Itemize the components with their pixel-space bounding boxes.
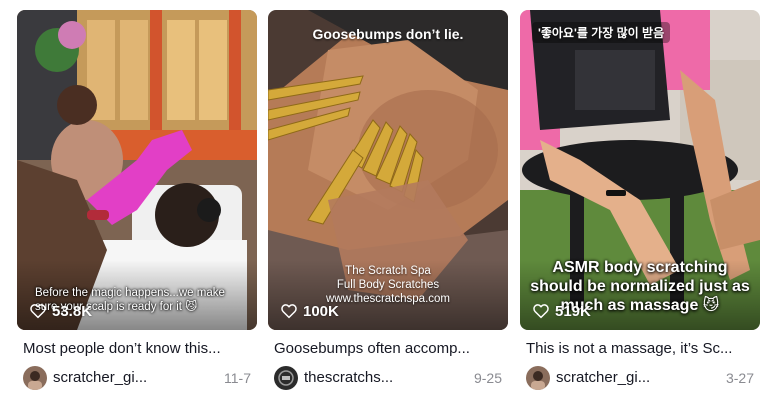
most-liked-badge: '좋아요'를 가장 많이 받음 xyxy=(532,22,671,43)
overlay-watermark: The Scratch Spa Full Body Scratches www.… xyxy=(268,264,508,306)
play-count-heart-icon xyxy=(281,304,297,319)
play-count-heart-icon xyxy=(533,304,549,319)
video-meta: scratcher_gi... 3-27 xyxy=(526,366,754,390)
post-date: 3-27 xyxy=(725,370,754,386)
author-name[interactable]: scratcher_gi... xyxy=(556,369,686,387)
video-card[interactable]: Goosebumps don’t lie. The Scratch Spa Fu… xyxy=(268,10,508,400)
video-thumbnail[interactable]: Goosebumps don’t lie. The Scratch Spa Fu… xyxy=(268,10,508,330)
avatar-image xyxy=(274,366,298,390)
caption-line: should be normalized just as xyxy=(530,278,750,295)
video-title[interactable]: Most people don’t know this... xyxy=(23,339,253,359)
author-name[interactable]: thescratchs... xyxy=(304,369,434,387)
post-date: 9-25 xyxy=(473,370,502,386)
video-title[interactable]: This is not a massage, it’s Sc... xyxy=(526,339,756,359)
author-avatar[interactable] xyxy=(274,366,298,390)
avatar-image xyxy=(526,366,550,390)
watermark-line: Full Body Scratches xyxy=(336,279,440,291)
view-count-value: 100K xyxy=(303,302,339,320)
view-count-value: 519K xyxy=(555,302,591,320)
overlay-headline: Goosebumps don’t lie. xyxy=(312,26,464,42)
post-date: 11-7 xyxy=(224,370,251,386)
view-count: 53.8K xyxy=(29,302,92,320)
video-meta: thescratchs... 9-25 xyxy=(274,366,502,390)
video-meta: scratcher_gi... 11-7 xyxy=(23,366,251,390)
video-thumbnail[interactable]: '좋아요'를 가장 많이 받음 ASMR body scratching sho… xyxy=(520,10,760,330)
play-count-heart-icon xyxy=(30,304,46,319)
author-avatar[interactable] xyxy=(23,366,47,390)
video-card[interactable]: Before the magic happens...we make sure … xyxy=(17,10,257,400)
caption-line: ASMR body scratching xyxy=(552,259,728,276)
video-card[interactable]: '좋아요'를 가장 많이 받음 ASMR body scratching sho… xyxy=(520,10,760,400)
author-avatar[interactable] xyxy=(526,366,550,390)
watermark-line: The Scratch Spa xyxy=(345,265,431,277)
video-title[interactable]: Goosebumps often accomp... xyxy=(274,339,504,359)
avatar-image xyxy=(23,366,47,390)
view-count: 100K xyxy=(280,302,339,320)
video-grid: Before the magic happens...we make sure … xyxy=(17,10,760,400)
view-count-value: 53.8K xyxy=(52,302,93,320)
author-name[interactable]: scratcher_gi... xyxy=(53,369,183,387)
video-thumbnail[interactable]: Before the magic happens...we make sure … xyxy=(17,10,257,330)
view-count: 519K xyxy=(532,302,591,320)
